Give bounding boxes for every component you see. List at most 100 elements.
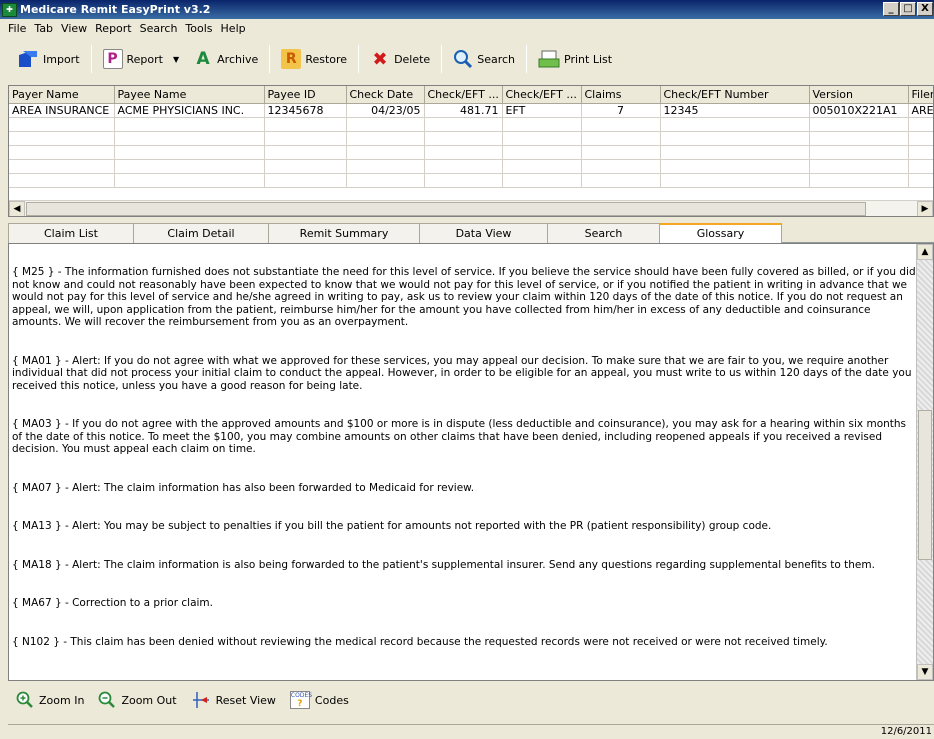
menu-tab[interactable]: Tab	[30, 22, 57, 35]
report-button[interactable]: P Report ▼	[100, 46, 183, 72]
scroll-up-icon[interactable]: ▲	[917, 244, 933, 260]
column-header[interactable]: Payer Name	[9, 86, 115, 104]
print-list-button[interactable]: Print List	[535, 46, 615, 72]
table-row	[9, 117, 933, 132]
remit-grid[interactable]: Payer Name Payee Name Payee ID Check Dat…	[8, 85, 934, 217]
archive-icon: A	[196, 49, 210, 69]
remit-table: Payer Name Payee Name Payee ID Check Dat…	[9, 86, 933, 188]
menu-view[interactable]: View	[57, 22, 91, 35]
restore-label: Restore	[305, 52, 348, 66]
search-button[interactable]: Search	[450, 46, 518, 72]
status-date: 12/6/2011	[880, 726, 932, 737]
column-header[interactable]: Filena	[908, 86, 933, 104]
table-cell: 12345	[660, 103, 810, 118]
tab-claim-list[interactable]: Claim List	[8, 223, 134, 243]
glossary-entry: { MA03 } - If you do not agree with the …	[12, 418, 907, 455]
tab-glossary[interactable]: Glossary	[660, 223, 782, 243]
codes-icon: CODES?	[289, 691, 313, 709]
zoom-out-button[interactable]: Zoom Out	[98, 691, 177, 709]
title-bar: ✚ Medicare Remit EasyPrint v3.2 _ □ X	[0, 0, 934, 19]
table-cell: AREA INSURANCE	[9, 103, 115, 118]
codes-icon-text: CODES	[290, 692, 313, 699]
close-button[interactable]: X	[917, 2, 933, 16]
table-cell: AREA	[908, 103, 933, 118]
tab-search[interactable]: Search	[548, 223, 660, 243]
column-header[interactable]: Payee Name	[114, 86, 265, 104]
chevron-down-icon[interactable]: ▼	[173, 55, 179, 64]
column-header[interactable]: Check/EFT ...	[502, 86, 582, 104]
vertical-scrollbar[interactable]: ▲ ▼	[916, 244, 933, 680]
print-list-label: Print List	[564, 52, 613, 66]
column-header[interactable]: Check/EFT ...	[424, 86, 503, 104]
table-row	[9, 131, 933, 146]
scroll-left-icon[interactable]: ◀	[9, 201, 25, 216]
search-label: Search	[477, 52, 516, 66]
table-row	[9, 145, 933, 160]
view-tabs: Claim List Claim Detail Remit Summary Da…	[8, 223, 934, 243]
table-cell: EFT	[502, 103, 582, 118]
table-row	[9, 173, 933, 188]
column-header[interactable]: Version	[809, 86, 909, 104]
column-header[interactable]: Check/EFT Number	[660, 86, 810, 104]
table-row	[9, 159, 933, 174]
zoom-in-button[interactable]: Zoom In	[16, 691, 84, 709]
scroll-right-icon[interactable]: ▶	[917, 201, 933, 216]
tab-data-view[interactable]: Data View	[420, 223, 548, 243]
archive-button[interactable]: A Archive	[190, 46, 261, 72]
tab-remit-summary[interactable]: Remit Summary	[269, 223, 420, 243]
reset-view-icon	[192, 692, 209, 708]
menu-file[interactable]: File	[4, 22, 30, 35]
glossary-entry: { MA18 } - Alert: The claim information …	[12, 558, 875, 571]
column-header[interactable]: Claims	[581, 86, 661, 104]
toolbar-separator	[90, 45, 92, 73]
glossary-entry: { MA01 } - Alert: If you do not agree wi…	[12, 354, 912, 392]
table-cell: 481.71	[424, 103, 503, 118]
menu-tools[interactable]: Tools	[181, 22, 216, 35]
zoom-in-icon	[16, 691, 33, 708]
glossary-entry: { M25 } - The information furnished does…	[12, 266, 916, 328]
column-header[interactable]: Payee ID	[264, 86, 347, 104]
scroll-down-icon[interactable]: ▼	[917, 664, 933, 680]
scroll-thumb[interactable]	[918, 410, 932, 560]
codes-button[interactable]: CODES? Codes	[289, 691, 349, 709]
menu-report[interactable]: Report	[91, 22, 135, 35]
toolbar-separator	[526, 45, 528, 73]
menu-bar: File Tab View Report Search Tools Help	[0, 19, 934, 37]
tab-claim-detail[interactable]: Claim Detail	[134, 223, 269, 243]
import-label: Import	[43, 52, 80, 66]
scroll-thumb[interactable]	[26, 202, 866, 216]
glossary-panel[interactable]: { M25 } - The information furnished does…	[8, 243, 934, 681]
reset-view-button[interactable]: Reset View	[191, 690, 276, 710]
table-row[interactable]: AREA INSURANCE ACME PHYSICIANS INC. 1234…	[9, 103, 933, 118]
column-header[interactable]: Check Date	[346, 86, 425, 104]
glossary-entry: { MA67 } - Correction to a prior claim.	[12, 597, 213, 609]
zoom-out-label: Zoom Out	[121, 693, 177, 707]
minimize-button[interactable]: _	[883, 2, 899, 16]
window-controls: _ □ X	[883, 2, 933, 16]
table-cell: 04/23/05	[346, 103, 425, 118]
archive-label: Archive	[217, 52, 259, 66]
report-label: Report	[126, 52, 163, 66]
table-cell: 12345678	[264, 103, 347, 118]
toolbar-separator	[358, 45, 360, 73]
menu-help[interactable]: Help	[217, 22, 250, 35]
codes-label: Codes	[314, 693, 349, 707]
import-button[interactable]: Import	[14, 46, 83, 72]
glossary-entry: { MA07 } - Alert: The claim information …	[12, 481, 475, 494]
restore-button[interactable]: R Restore	[278, 46, 350, 72]
menu-search[interactable]: Search	[136, 22, 182, 35]
restore-icon: R	[281, 49, 302, 69]
report-icon: P	[102, 49, 123, 69]
delete-button[interactable]: ✖ Delete	[367, 46, 433, 72]
table-cell: 7	[581, 103, 661, 118]
table-cell: ACME PHYSICIANS INC.	[114, 103, 265, 118]
delete-icon: ✖	[372, 48, 388, 70]
print-icon	[538, 50, 560, 68]
toolbar-separator	[269, 45, 271, 73]
app-icon: ✚	[2, 2, 17, 17]
glossary-entry: { N102 } - This claim has been denied wi…	[12, 635, 828, 648]
table-cell: 005010X221A1	[809, 103, 909, 118]
delete-label: Delete	[394, 52, 431, 66]
maximize-button[interactable]: □	[900, 2, 916, 16]
horizontal-scrollbar[interactable]: ◀ ▶	[9, 200, 933, 216]
